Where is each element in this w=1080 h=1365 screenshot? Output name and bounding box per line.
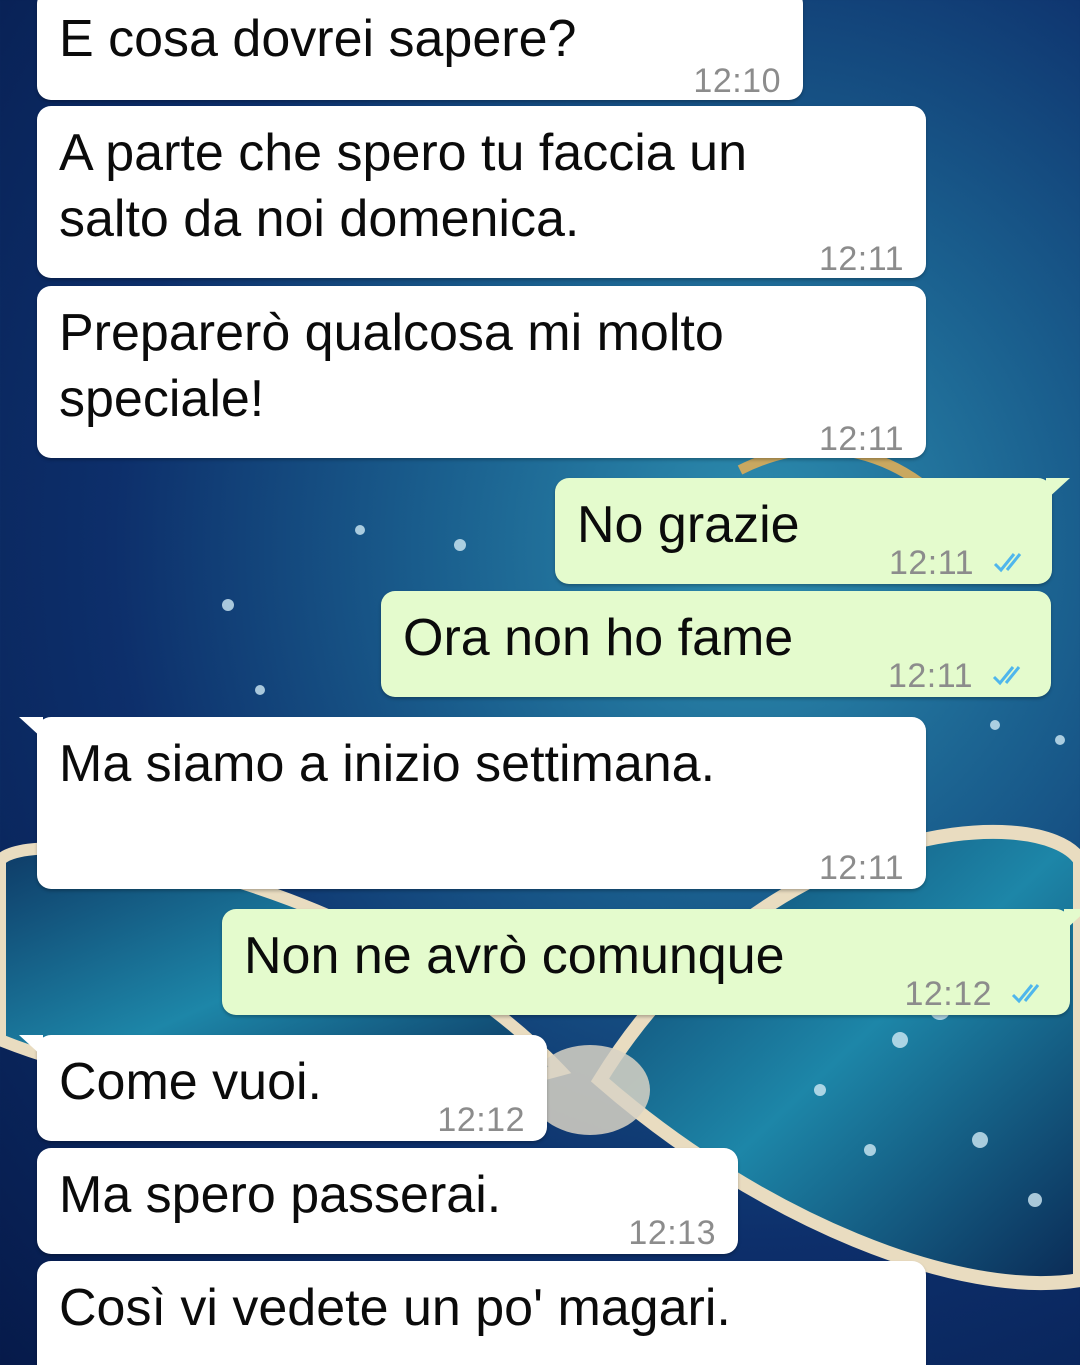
bubble-tail — [1064, 909, 1080, 931]
message-incoming[interactable]: Come vuoi. 12:12 — [19, 1035, 547, 1141]
message-incoming[interactable]: Preparerò qualcosa mi molto speciale! 12… — [37, 286, 926, 458]
message-meta: 12:11 — [889, 530, 1032, 596]
message-time: 12:11 — [818, 420, 904, 458]
chat-messages: E cosa dovrei sapere? 12:10 A parte che … — [0, 0, 1080, 1365]
message-time: 12:11 — [818, 240, 904, 278]
message-time: 12:13 — [628, 1214, 716, 1252]
message-time: 12:11 — [818, 849, 904, 887]
message-incoming[interactable]: Così vi vedete un po' magari. — [37, 1261, 926, 1365]
message-text: Preparerò qualcosa mi molto speciale! — [59, 304, 724, 428]
message-outgoing[interactable]: Non ne avrò comunque 12:12 — [222, 909, 1080, 1015]
bubble-tail — [1046, 478, 1070, 500]
message-incoming[interactable]: A parte che spero tu faccia un salto da … — [37, 106, 926, 278]
message-meta: 12:11 — [888, 643, 1031, 709]
message-time: 12:11 — [887, 657, 974, 695]
bubble-tail — [19, 717, 43, 739]
message-incoming[interactable]: Ma siamo a inizio settimana. 12:11 — [19, 717, 926, 889]
message-text: Ma siamo a inizio settimana. — [59, 735, 716, 793]
message-outgoing[interactable]: No grazie 12:11 — [555, 478, 1070, 584]
message-time: 12:12 — [904, 975, 993, 1013]
bubble-tail — [19, 1035, 43, 1057]
message-meta: 12:12 — [904, 961, 1050, 1027]
message-time: 12:12 — [437, 1101, 525, 1139]
double-check-icon — [993, 553, 1022, 573]
message-text: A parte che spero tu faccia un salto da … — [59, 124, 747, 248]
message-incoming[interactable]: Ma spero passerai. 12:13 — [37, 1148, 738, 1254]
message-text: Ma spero passerai. — [59, 1166, 502, 1224]
double-check-icon — [1011, 984, 1040, 1004]
double-check-icon — [992, 666, 1021, 686]
message-time: 12:11 — [888, 544, 975, 582]
message-outgoing[interactable]: Ora non ho fame 12:11 — [381, 591, 1051, 697]
message-time: 12:10 — [693, 62, 781, 100]
message-text: Così vi vedete un po' magari. — [59, 1279, 731, 1337]
message-text: E cosa dovrei sapere? — [59, 10, 577, 68]
message-incoming[interactable]: E cosa dovrei sapere? 12:10 — [37, 0, 803, 100]
